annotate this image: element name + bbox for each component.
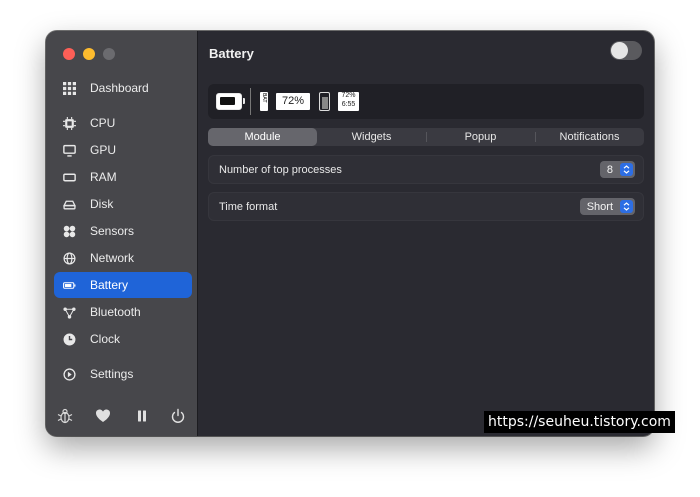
watermark: https://seuheu.tistory.com [484,411,675,433]
bat-label-widget[interactable]: BAT [260,92,268,111]
cpu-icon [62,116,76,130]
tab-notifications[interactable]: Notifications [535,128,644,146]
battery-percentage-widget[interactable]: 72% [276,93,310,110]
sidebar-item-settings[interactable]: Settings [54,361,192,387]
tab-popup[interactable]: Popup [426,128,535,146]
battery-icon [62,278,76,292]
sidebar-item-label: CPU [90,116,116,130]
sidebar-item-sensors[interactable]: Sensors [54,218,192,244]
battery-vertical-widget[interactable] [319,92,330,111]
sidebar-item-label: Battery [90,278,129,292]
sidebar-item-ram[interactable]: RAM [54,164,192,190]
setting-row-time-format: Time format Short [208,192,644,221]
sidebar-item-label: Sensors [90,224,135,238]
sidebar-item-label: GPU [90,143,117,157]
battery-tip [243,98,245,104]
sidebar-item-label: Settings [90,367,134,381]
pause-icon[interactable] [133,407,151,425]
memory-icon [62,170,76,184]
module-enable-toggle[interactable] [610,41,642,60]
settings-tabs: Module Widgets Popup Notifications [208,128,644,146]
sidebar-item-battery[interactable]: Battery [54,272,192,298]
setting-row-top-processes: Number of top processes 8 [208,155,644,184]
widget-preview-bar: BAT 72% 72% 6:55 [208,84,644,119]
zoom-button[interactable] [103,48,115,60]
sidebar-item-cpu[interactable]: CPU [54,110,192,136]
close-button[interactable] [63,48,75,60]
sidebar-item-bluetooth[interactable]: Bluetooth [54,299,192,325]
sidebar-footer [46,405,198,427]
tab-module[interactable]: Module [208,128,317,146]
sidebar-item-disk[interactable]: Disk [54,191,192,217]
sidebar-item-clock[interactable]: Clock [54,326,192,352]
clock-icon [62,332,76,346]
sidebar-item-label: Network [90,251,135,265]
sidebar-item-dashboard[interactable]: Dashboard [54,75,192,101]
sidebar: Dashboard CPU GPU RAM Disk Sensors Netwo… [46,31,198,436]
setting-label: Time format [219,201,278,213]
preview-separator [250,88,251,115]
heart-icon[interactable] [94,407,112,425]
globe-icon [62,251,76,265]
page-title: Battery [209,46,254,61]
select-value: Short [586,200,613,213]
select-value: 8 [606,163,613,176]
window-controls [63,48,115,60]
sidebar-item-label: Bluetooth [90,305,141,319]
main-panel: Battery BAT 72% 72% 6:55 Module Widgets … [198,31,654,436]
setting-label: Number of top processes [219,164,342,176]
time-format-select[interactable]: Short [579,198,635,215]
grid-icon [62,81,76,95]
bat-label-text: BAT [261,93,267,103]
sidebar-item-label: Disk [90,197,114,211]
disk-icon [62,197,76,211]
monitor-icon [62,143,76,157]
details-percentage: 72% [341,92,356,99]
power-icon[interactable] [169,407,187,425]
battery-fill [220,97,235,105]
app-window: Dashboard CPU GPU RAM Disk Sensors Netwo… [46,31,654,436]
bluetooth-icon [62,305,76,319]
bug-icon[interactable] [56,407,74,425]
sidebar-item-label: Clock [90,332,121,346]
sidebar-item-label: RAM [90,170,117,184]
chevron-up-down-icon [620,163,633,176]
sidebar-item-network[interactable]: Network [54,245,192,271]
battery-vertical-fill [321,96,328,109]
battery-mini-widget[interactable] [216,93,245,110]
settings-icon [62,367,76,381]
top-processes-select[interactable]: 8 [599,161,635,178]
toggle-knob [611,42,628,59]
sidebar-item-label: Dashboard [90,81,149,95]
fan-icon [62,224,76,238]
details-time: 6:55 [341,100,356,108]
minimize-button[interactable] [83,48,95,60]
sidebar-item-gpu[interactable]: GPU [54,137,192,163]
battery-details-widget[interactable]: 72% 6:55 [338,92,359,111]
tab-widgets[interactable]: Widgets [317,128,426,146]
chevron-up-down-icon [620,200,633,213]
